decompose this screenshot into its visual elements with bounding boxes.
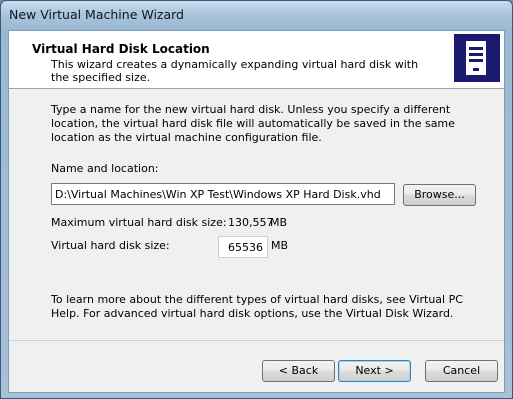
- page-subtitle: This wizard creates a dynamically expand…: [51, 58, 419, 84]
- max-size-unit: MB: [270, 216, 288, 229]
- footer-divider: [9, 340, 504, 341]
- window-title: New Virtual Machine Wizard: [9, 7, 184, 22]
- name-location-label: Name and location:: [51, 162, 159, 175]
- help-text: To learn more about the different types …: [51, 293, 463, 320]
- wizard-header: Virtual Hard Disk Location This wizard c…: [9, 31, 504, 89]
- title-bar[interactable]: New Virtual Machine Wizard: [1, 1, 512, 29]
- disk-size-unit: MB: [271, 239, 289, 252]
- disk-size-label: Virtual hard disk size:: [51, 239, 170, 252]
- wizard-client-area: Virtual Hard Disk Location This wizard c…: [8, 30, 505, 393]
- wizard-window: New Virtual Machine Wizard Virtual Hard …: [0, 0, 513, 399]
- cancel-button[interactable]: Cancel: [425, 360, 498, 382]
- max-size-label: Maximum virtual hard disk size:: [51, 216, 227, 229]
- next-button[interactable]: Next >: [338, 360, 411, 382]
- browse-button[interactable]: Browse...: [403, 184, 476, 206]
- computer-tower-icon: [454, 34, 500, 82]
- max-size-value: 130,557: [228, 216, 274, 229]
- disk-size-input[interactable]: [218, 236, 268, 258]
- name-location-input[interactable]: [51, 183, 395, 205]
- description-text: Type a name for the new virtual hard dis…: [51, 103, 455, 144]
- page-title: Virtual Hard Disk Location: [32, 42, 210, 56]
- back-button[interactable]: < Back: [262, 360, 335, 382]
